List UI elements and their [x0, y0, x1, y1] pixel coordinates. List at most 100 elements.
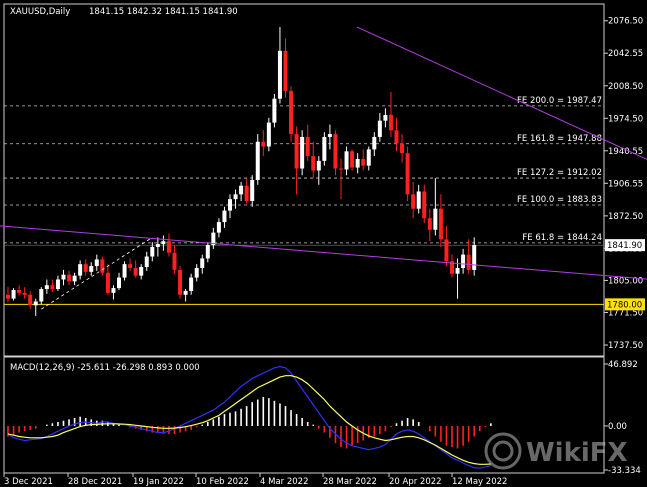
fib-level-label: FE 200.0 = 1987.47: [517, 96, 602, 106]
fib-level-label: FE 127.2 = 1912.02: [517, 168, 602, 178]
candle-body: [355, 158, 360, 168]
candle-body: [327, 134, 332, 137]
candle-body: [78, 264, 83, 276]
candle-body: [89, 266, 94, 272]
candle-body: [316, 160, 321, 171]
candle-body: [22, 292, 27, 295]
candle-body: [372, 136, 377, 150]
candle-body: [311, 156, 316, 171]
candle-body: [444, 239, 449, 262]
candle-body: [239, 185, 244, 195]
time-tick-label: 3 Dec 2021: [4, 477, 53, 487]
candle-body: [350, 151, 355, 168]
support-price-label: 1780.00: [607, 300, 642, 310]
candle-body: [194, 268, 199, 278]
chart-canvas[interactable]: 2076.502042.552008.501974.501940.551906.…: [0, 0, 647, 487]
candle-body: [277, 50, 282, 99]
candle-body: [50, 285, 55, 290]
candle-body: [228, 199, 232, 211]
candle-body: [305, 136, 310, 157]
wikifx-watermark: WikiFX: [484, 432, 628, 470]
watermark-text: WikiFX: [526, 438, 628, 468]
fib-extension-levels: FE 200.0 = 1987.47 FE 161.8 = 1947.88 FE 1…: [4, 96, 645, 311]
candle-body: [189, 277, 194, 291]
candle-body: [377, 120, 382, 137]
macd-tick-label: 46.892: [608, 360, 638, 370]
macd-label: MACD(12,26,9) -25.611 -26.298 0.893 0.00…: [10, 363, 200, 373]
candle-body: [466, 254, 471, 270]
upper-trendline: [356, 26, 647, 160]
candle-body: [178, 269, 183, 295]
candle-body: [17, 290, 22, 293]
fib-level-label: FE 100.0 = 1883.83: [517, 195, 602, 205]
candle-body: [300, 136, 305, 169]
candle-body: [244, 185, 249, 202]
candle-body: [272, 98, 277, 123]
candle-body: [366, 149, 371, 166]
candle-body: [155, 244, 160, 247]
candle-body: [394, 130, 399, 144]
candle-body: [111, 288, 116, 293]
candle-body: [83, 264, 88, 272]
time-tick-label: 28 Dec 2021: [68, 477, 122, 487]
candle-body: [422, 191, 427, 219]
candle-body: [61, 274, 66, 280]
candle-body: [67, 274, 72, 282]
candle-body: [472, 245, 477, 270]
candle-body: [400, 143, 405, 154]
candle-body: [133, 268, 138, 276]
candle-body: [383, 114, 388, 121]
candle-body: [433, 208, 438, 230]
candle-body: [94, 259, 99, 267]
price-pane-frame: [3, 3, 605, 357]
candle-body: [438, 208, 443, 240]
price-tick-label: 1906.55: [608, 179, 643, 189]
price-tick-label: 2008.50: [608, 82, 643, 92]
candle-body: [28, 294, 33, 306]
candle-body: [33, 301, 38, 306]
candle-body: [172, 252, 177, 270]
candle-body: [39, 289, 44, 302]
time-tick-label: 19 Jan 2022: [133, 477, 184, 487]
candle-body: [283, 50, 288, 92]
candle-body: [100, 259, 105, 273]
current-price-label: 1841.90: [607, 241, 642, 251]
time-axis: 3 Dec 2021 28 Dec 2021 19 Jan 2022 10 Feb 2…: [3, 473, 507, 487]
candle-body: [55, 279, 60, 290]
candle-body: [289, 91, 294, 135]
candle-body: [411, 194, 416, 209]
candle-body: [117, 277, 121, 289]
candle-body: [261, 141, 266, 147]
price-tick-label: 1974.50: [608, 114, 643, 124]
candle-body: [128, 264, 133, 268]
candle-body: [139, 267, 144, 276]
ohlc-readout: 1841.15 1842.32 1841.15 1841.90: [89, 7, 238, 17]
price-tick-label: 2042.55: [608, 49, 643, 59]
candle-body: [344, 151, 349, 170]
time-tick-label: 20 Apr 2022: [389, 477, 442, 487]
candle-body: [6, 294, 10, 299]
fib-level-label: FE 61.8 = 1844.24: [522, 233, 602, 243]
candle-body: [233, 194, 238, 200]
candle-body: [11, 290, 16, 299]
candle-body: [294, 134, 299, 169]
fib-level-label: FE 161.8 = 1947.88: [517, 134, 602, 144]
candle-body: [250, 180, 255, 202]
candle-body: [105, 272, 110, 293]
candle-body: [416, 191, 421, 209]
time-tick-label: 4 Mar 2022: [260, 477, 308, 487]
candle-body: [150, 246, 155, 257]
symbol-timeframe: XAUUSD,Daily: [10, 7, 70, 17]
time-tick-label: 28 Mar 2022: [323, 477, 377, 487]
candle-body: [72, 275, 77, 282]
candle-body: [455, 268, 460, 274]
candle-body: [388, 114, 393, 131]
candle-body: [216, 222, 221, 233]
candle-body: [166, 241, 171, 253]
candle-body: [339, 168, 343, 170]
candle-body: [266, 122, 271, 147]
candle-body: [205, 245, 210, 259]
candle-body: [461, 254, 466, 268]
candle-body: [255, 141, 260, 180]
time-tick-label: 10 Feb 2022: [196, 477, 249, 487]
